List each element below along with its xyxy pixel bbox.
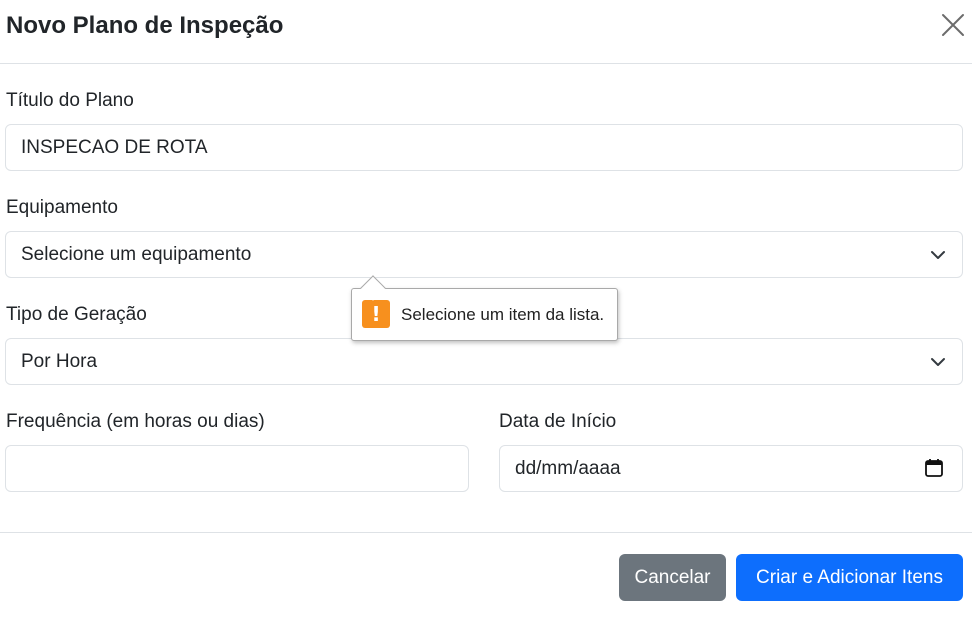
cancel-button[interactable]: Cancelar — [619, 554, 726, 601]
frequency-input[interactable] — [5, 445, 469, 492]
close-button[interactable] — [936, 8, 970, 42]
title-label: Título do Plano — [6, 90, 134, 111]
modal-title: Novo Plano de Inspeção — [6, 12, 284, 39]
start-date-placeholder: dd/mm/aaaa — [515, 458, 621, 479]
calendar-icon[interactable] — [924, 458, 944, 478]
equipment-select[interactable]: Selecione um equipamento — [5, 231, 963, 278]
create-and-add-items-button[interactable]: Criar e Adicionar Itens — [736, 554, 963, 601]
chevron-down-icon — [931, 251, 945, 259]
equipment-label: Equipamento — [6, 197, 118, 218]
frequency-label: Frequência (em horas ou dias) — [6, 411, 265, 432]
start-date-input[interactable]: dd/mm/aaaa — [499, 445, 963, 492]
validation-tooltip: ! Selecione um item da lista. — [351, 288, 618, 341]
chevron-down-icon — [931, 358, 945, 366]
generation-type-label: Tipo de Geração — [6, 304, 147, 325]
modal-dialog: Novo Plano de Inspeção Título do Plano I… — [0, 0, 972, 620]
generation-type-value: Por Hora — [21, 351, 98, 372]
equipment-select-value: Selecione um equipamento — [21, 244, 252, 265]
validation-message: Selecione um item da lista. — [401, 305, 605, 324]
generation-type-select[interactable]: Por Hora — [5, 338, 963, 385]
close-icon — [942, 14, 964, 36]
start-date-label: Data de Início — [499, 411, 617, 432]
modal-footer: Cancelar Criar e Adicionar Itens — [0, 532, 972, 620]
title-input-value: INSPECAO DE ROTA — [21, 137, 208, 158]
modal-header: Novo Plano de Inspeção — [0, 0, 972, 64]
title-input[interactable]: INSPECAO DE ROTA — [5, 124, 963, 171]
warning-icon: ! — [362, 300, 390, 328]
